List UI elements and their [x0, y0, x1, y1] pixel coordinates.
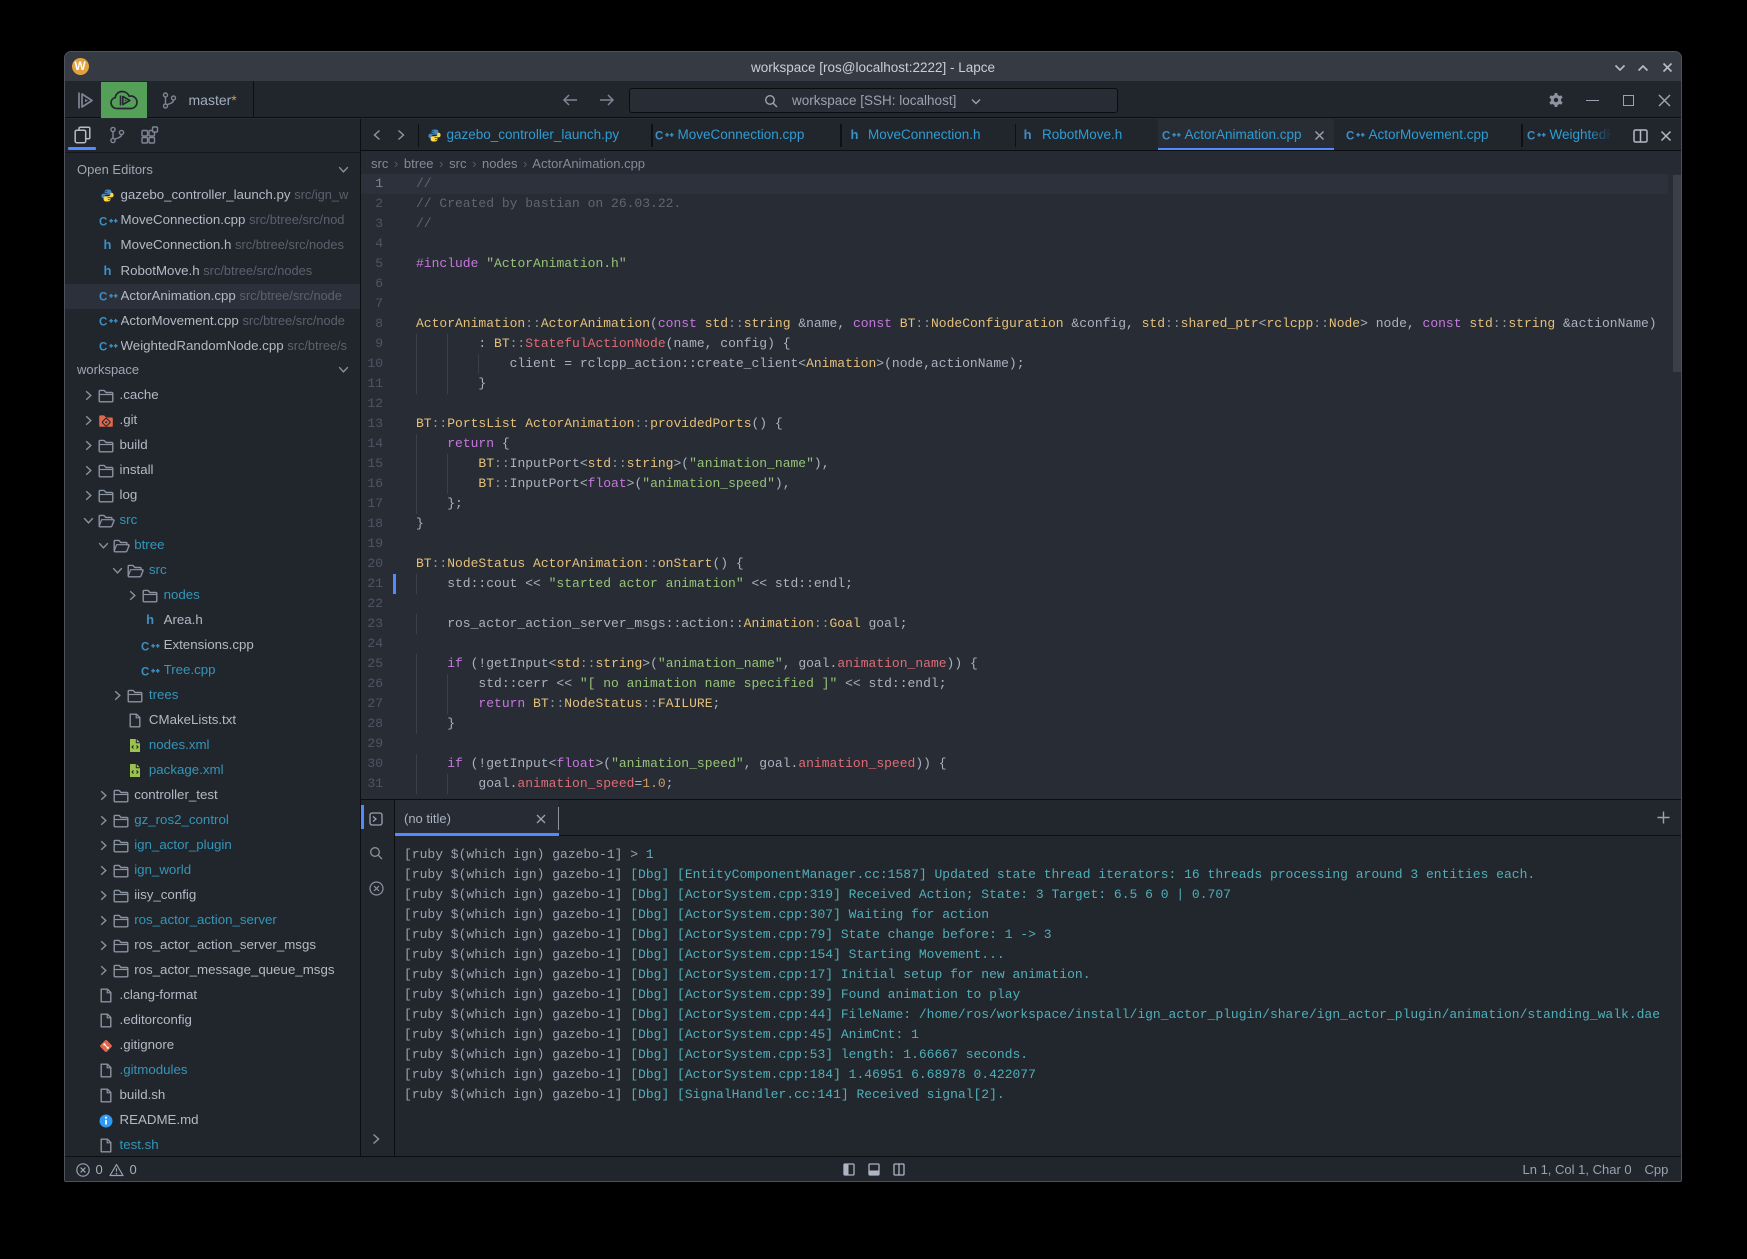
svg-text:C: C [655, 131, 663, 143]
svg-text:C: C [141, 666, 149, 678]
svg-text:C: C [99, 216, 107, 228]
svg-text:C: C [99, 342, 107, 354]
svg-text:C: C [1346, 131, 1354, 143]
svg-text:C: C [99, 317, 107, 329]
svg-text:C: C [141, 641, 149, 653]
svg-text:C: C [1162, 131, 1170, 143]
svg-text:C: C [99, 292, 107, 304]
svg-text:C: C [1527, 131, 1535, 143]
